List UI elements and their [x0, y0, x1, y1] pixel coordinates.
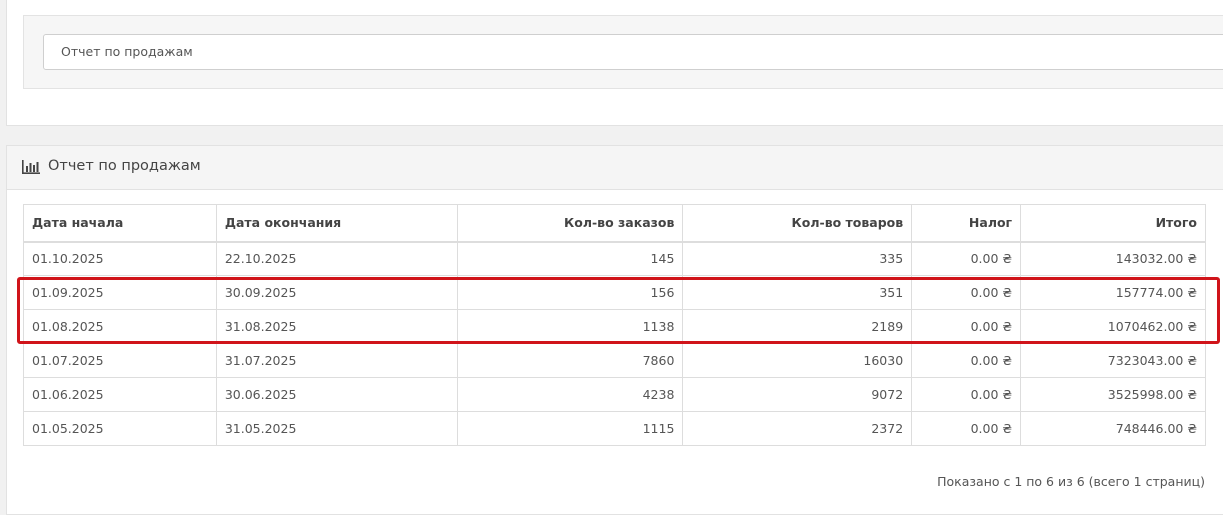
cell-products: 335: [682, 241, 913, 276]
bar-chart-icon: [22, 160, 40, 174]
table-row: 01.10.2025 22.10.2025 145 335 0.00 ₴ 143…: [23, 241, 1206, 276]
cell-products: 351: [682, 275, 913, 310]
cell-tax: 0.00 ₴: [911, 241, 1022, 276]
filter-well: Отчет по продажам: [23, 15, 1223, 89]
cell-start-date: 01.05.2025: [23, 411, 217, 446]
report-panel-header: Отчет по продажам: [7, 146, 1223, 190]
panel-title: Отчет по продажам: [48, 158, 201, 174]
col-end-date: Дата окончания: [215, 204, 458, 243]
cell-end-date: 30.09.2025: [215, 275, 458, 310]
table-row: 01.05.2025 31.05.2025 1115 2372 0.00 ₴ 7…: [23, 411, 1206, 446]
col-start-date: Дата начала: [23, 204, 217, 243]
cell-orders: 4238: [456, 377, 684, 412]
table-header-row: Дата начала Дата окончания Кол-во заказо…: [23, 204, 1206, 243]
table-row: 01.08.2025 31.08.2025 1138 2189 0.00 ₴ 1…: [23, 309, 1206, 344]
cell-orders: 156: [456, 275, 684, 310]
cell-start-date: 01.06.2025: [23, 377, 217, 412]
cell-tax: 0.00 ₴: [911, 275, 1022, 310]
col-tax: Налог: [911, 204, 1022, 243]
cell-orders: 1115: [456, 411, 684, 446]
cell-total: 143032.00 ₴: [1020, 241, 1206, 276]
cell-products: 2189: [682, 309, 913, 344]
cell-products: 9072: [682, 377, 913, 412]
col-orders: Кол-во заказов: [456, 204, 684, 243]
cell-start-date: 01.08.2025: [23, 309, 217, 344]
cell-total: 157774.00 ₴: [1020, 275, 1206, 310]
cell-tax: 0.00 ₴: [911, 343, 1022, 378]
cell-end-date: 22.10.2025: [215, 241, 458, 276]
cell-end-date: 31.05.2025: [215, 411, 458, 446]
cell-start-date: 01.10.2025: [23, 241, 217, 276]
cell-end-date: 30.06.2025: [215, 377, 458, 412]
table-row: 01.06.2025 30.06.2025 4238 9072 0.00 ₴ 3…: [23, 377, 1206, 412]
sales-report-table: Дата начала Дата окончания Кол-во заказо…: [23, 204, 1206, 446]
cell-products: 16030: [682, 343, 913, 378]
cell-tax: 0.00 ₴: [911, 377, 1022, 412]
report-panel: Отчет по продажам Дата начала Дата оконч…: [6, 145, 1223, 515]
cell-total: 1070462.00 ₴: [1020, 309, 1206, 344]
report-type-select[interactable]: Отчет по продажам: [43, 34, 1223, 70]
cell-total: 3525998.00 ₴: [1020, 377, 1206, 412]
cell-tax: 0.00 ₴: [911, 411, 1022, 446]
cell-start-date: 01.07.2025: [23, 343, 217, 378]
cell-end-date: 31.08.2025: [215, 309, 458, 344]
filter-panel: Отчет по продажам: [6, 0, 1223, 126]
cell-tax: 0.00 ₴: [911, 309, 1022, 344]
cell-end-date: 31.07.2025: [215, 343, 458, 378]
col-products: Кол-во товаров: [682, 204, 913, 243]
col-total: Итого: [1020, 204, 1206, 243]
cell-total: 748446.00 ₴: [1020, 411, 1206, 446]
cell-products: 2372: [682, 411, 913, 446]
cell-orders: 145: [456, 241, 684, 276]
table-row: 01.07.2025 31.07.2025 7860 16030 0.00 ₴ …: [23, 343, 1206, 378]
cell-orders: 1138: [456, 309, 684, 344]
cell-start-date: 01.09.2025: [23, 275, 217, 310]
table-row: 01.09.2025 30.09.2025 156 351 0.00 ₴ 157…: [23, 275, 1206, 310]
cell-total: 7323043.00 ₴: [1020, 343, 1206, 378]
pagination-info: Показано с 1 по 6 из 6 (всего 1 страниц): [937, 474, 1205, 489]
cell-orders: 7860: [456, 343, 684, 378]
